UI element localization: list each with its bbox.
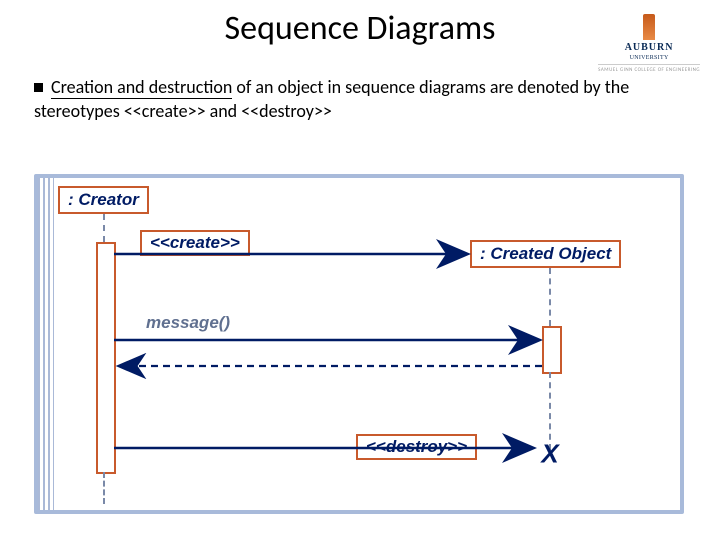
bullet-emph: Creation and destruction [51,76,232,99]
tower-icon [643,14,655,40]
creator-activation [96,242,116,474]
arrows-layer [38,178,688,518]
auburn-logo: AUBURN UNIVERSITY SAMUEL GINN COLLEGE OF… [598,14,700,73]
sequence-diagram: : Creator <<create>> : Created Object X … [34,174,684,514]
message-call-label: message() [146,313,230,333]
destroy-message-box: <<destroy>> [356,434,477,460]
logo-college: SAMUEL GINN COLLEGE OF ENGINEERING [598,64,700,73]
created-lifeline-dash [549,268,551,326]
logo-university: AUBURN [598,42,700,53]
create-message-box: <<create>> [140,230,250,256]
creator-object-box: : Creator [58,186,149,214]
created-object-box: : Created Object [470,240,621,268]
creator-lifeline-dash-2 [103,472,105,504]
created-activation [542,326,562,374]
bullet-text: Creation and destruction of an object in… [34,75,686,124]
bullet-icon [34,83,43,92]
creator-lifeline-dash [103,214,105,242]
diagram-spine [38,178,54,510]
destroy-x-icon: X [541,439,558,470]
logo-subtitle: UNIVERSITY [598,55,700,61]
